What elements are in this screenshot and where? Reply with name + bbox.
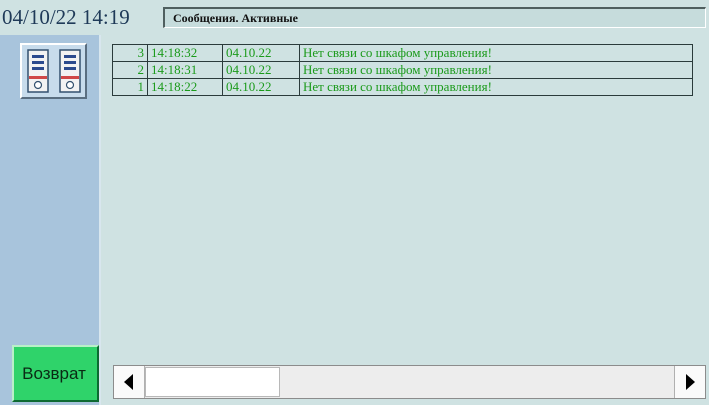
message-text: Нет связи со шкафом управления!	[299, 78, 693, 96]
message-number: 1	[112, 78, 148, 96]
datetime-display: 04/10/22 14:19	[2, 5, 130, 29]
back-button[interactable]: Возврат	[12, 345, 99, 402]
table-row[interactable]: 1 14:18:22 04.10.22 Нет связи со шкафом …	[112, 78, 693, 96]
message-number: 2	[112, 61, 148, 79]
message-list-area: 3 14:18:32 04.10.22 Нет связи со шкафом …	[103, 35, 709, 405]
table-row[interactable]: 3 14:18:32 04.10.22 Нет связи со шкафом …	[112, 44, 693, 62]
message-time: 14:18:32	[147, 44, 223, 62]
message-text: Нет связи со шкафом управления!	[299, 61, 693, 79]
scroll-right-button[interactable]	[674, 366, 705, 398]
message-time: 14:18:22	[147, 78, 223, 96]
message-date: 04.10.22	[222, 78, 300, 96]
screen-title: Сообщения. Активные	[163, 7, 706, 28]
scrollbar-thumb[interactable]	[145, 367, 280, 397]
scroll-left-button[interactable]	[114, 366, 145, 398]
message-date: 04.10.22	[222, 61, 300, 79]
cabinet-icon	[27, 49, 49, 93]
device-status-panel[interactable]	[20, 43, 87, 99]
message-time: 14:18:31	[147, 61, 223, 79]
messages-table: 3 14:18:32 04.10.22 Нет связи со шкафом …	[112, 44, 693, 96]
message-number: 3	[112, 44, 148, 62]
cabinet-icon	[59, 49, 81, 93]
message-text: Нет связи со шкафом управления!	[299, 44, 693, 62]
table-row[interactable]: 2 14:18:31 04.10.22 Нет связи со шкафом …	[112, 61, 693, 79]
arrow-right-icon	[686, 374, 695, 390]
horizontal-scrollbar[interactable]	[113, 365, 706, 399]
message-date: 04.10.22	[222, 44, 300, 62]
arrow-left-icon	[124, 374, 133, 390]
